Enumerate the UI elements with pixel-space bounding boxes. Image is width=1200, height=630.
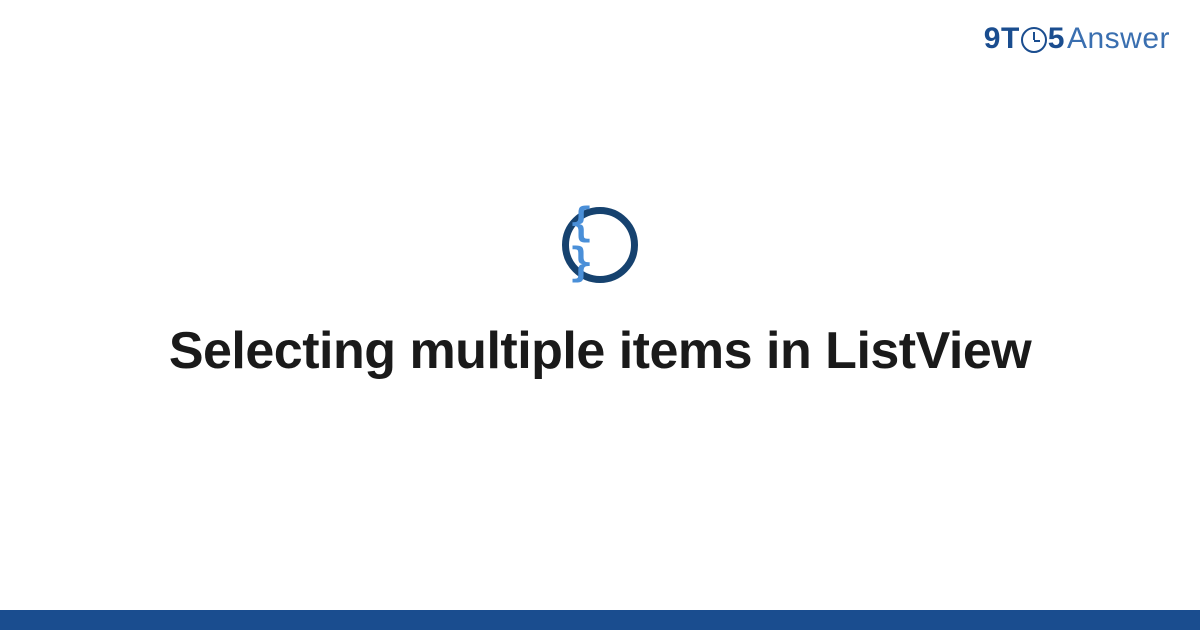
- main-content: { } Selecting multiple items in ListView: [0, 0, 1200, 630]
- code-braces-icon: { }: [569, 203, 631, 283]
- question-title: Selecting multiple items in ListView: [169, 321, 1031, 382]
- footer-accent-bar: [0, 610, 1200, 630]
- category-icon-circle: { }: [562, 207, 638, 283]
